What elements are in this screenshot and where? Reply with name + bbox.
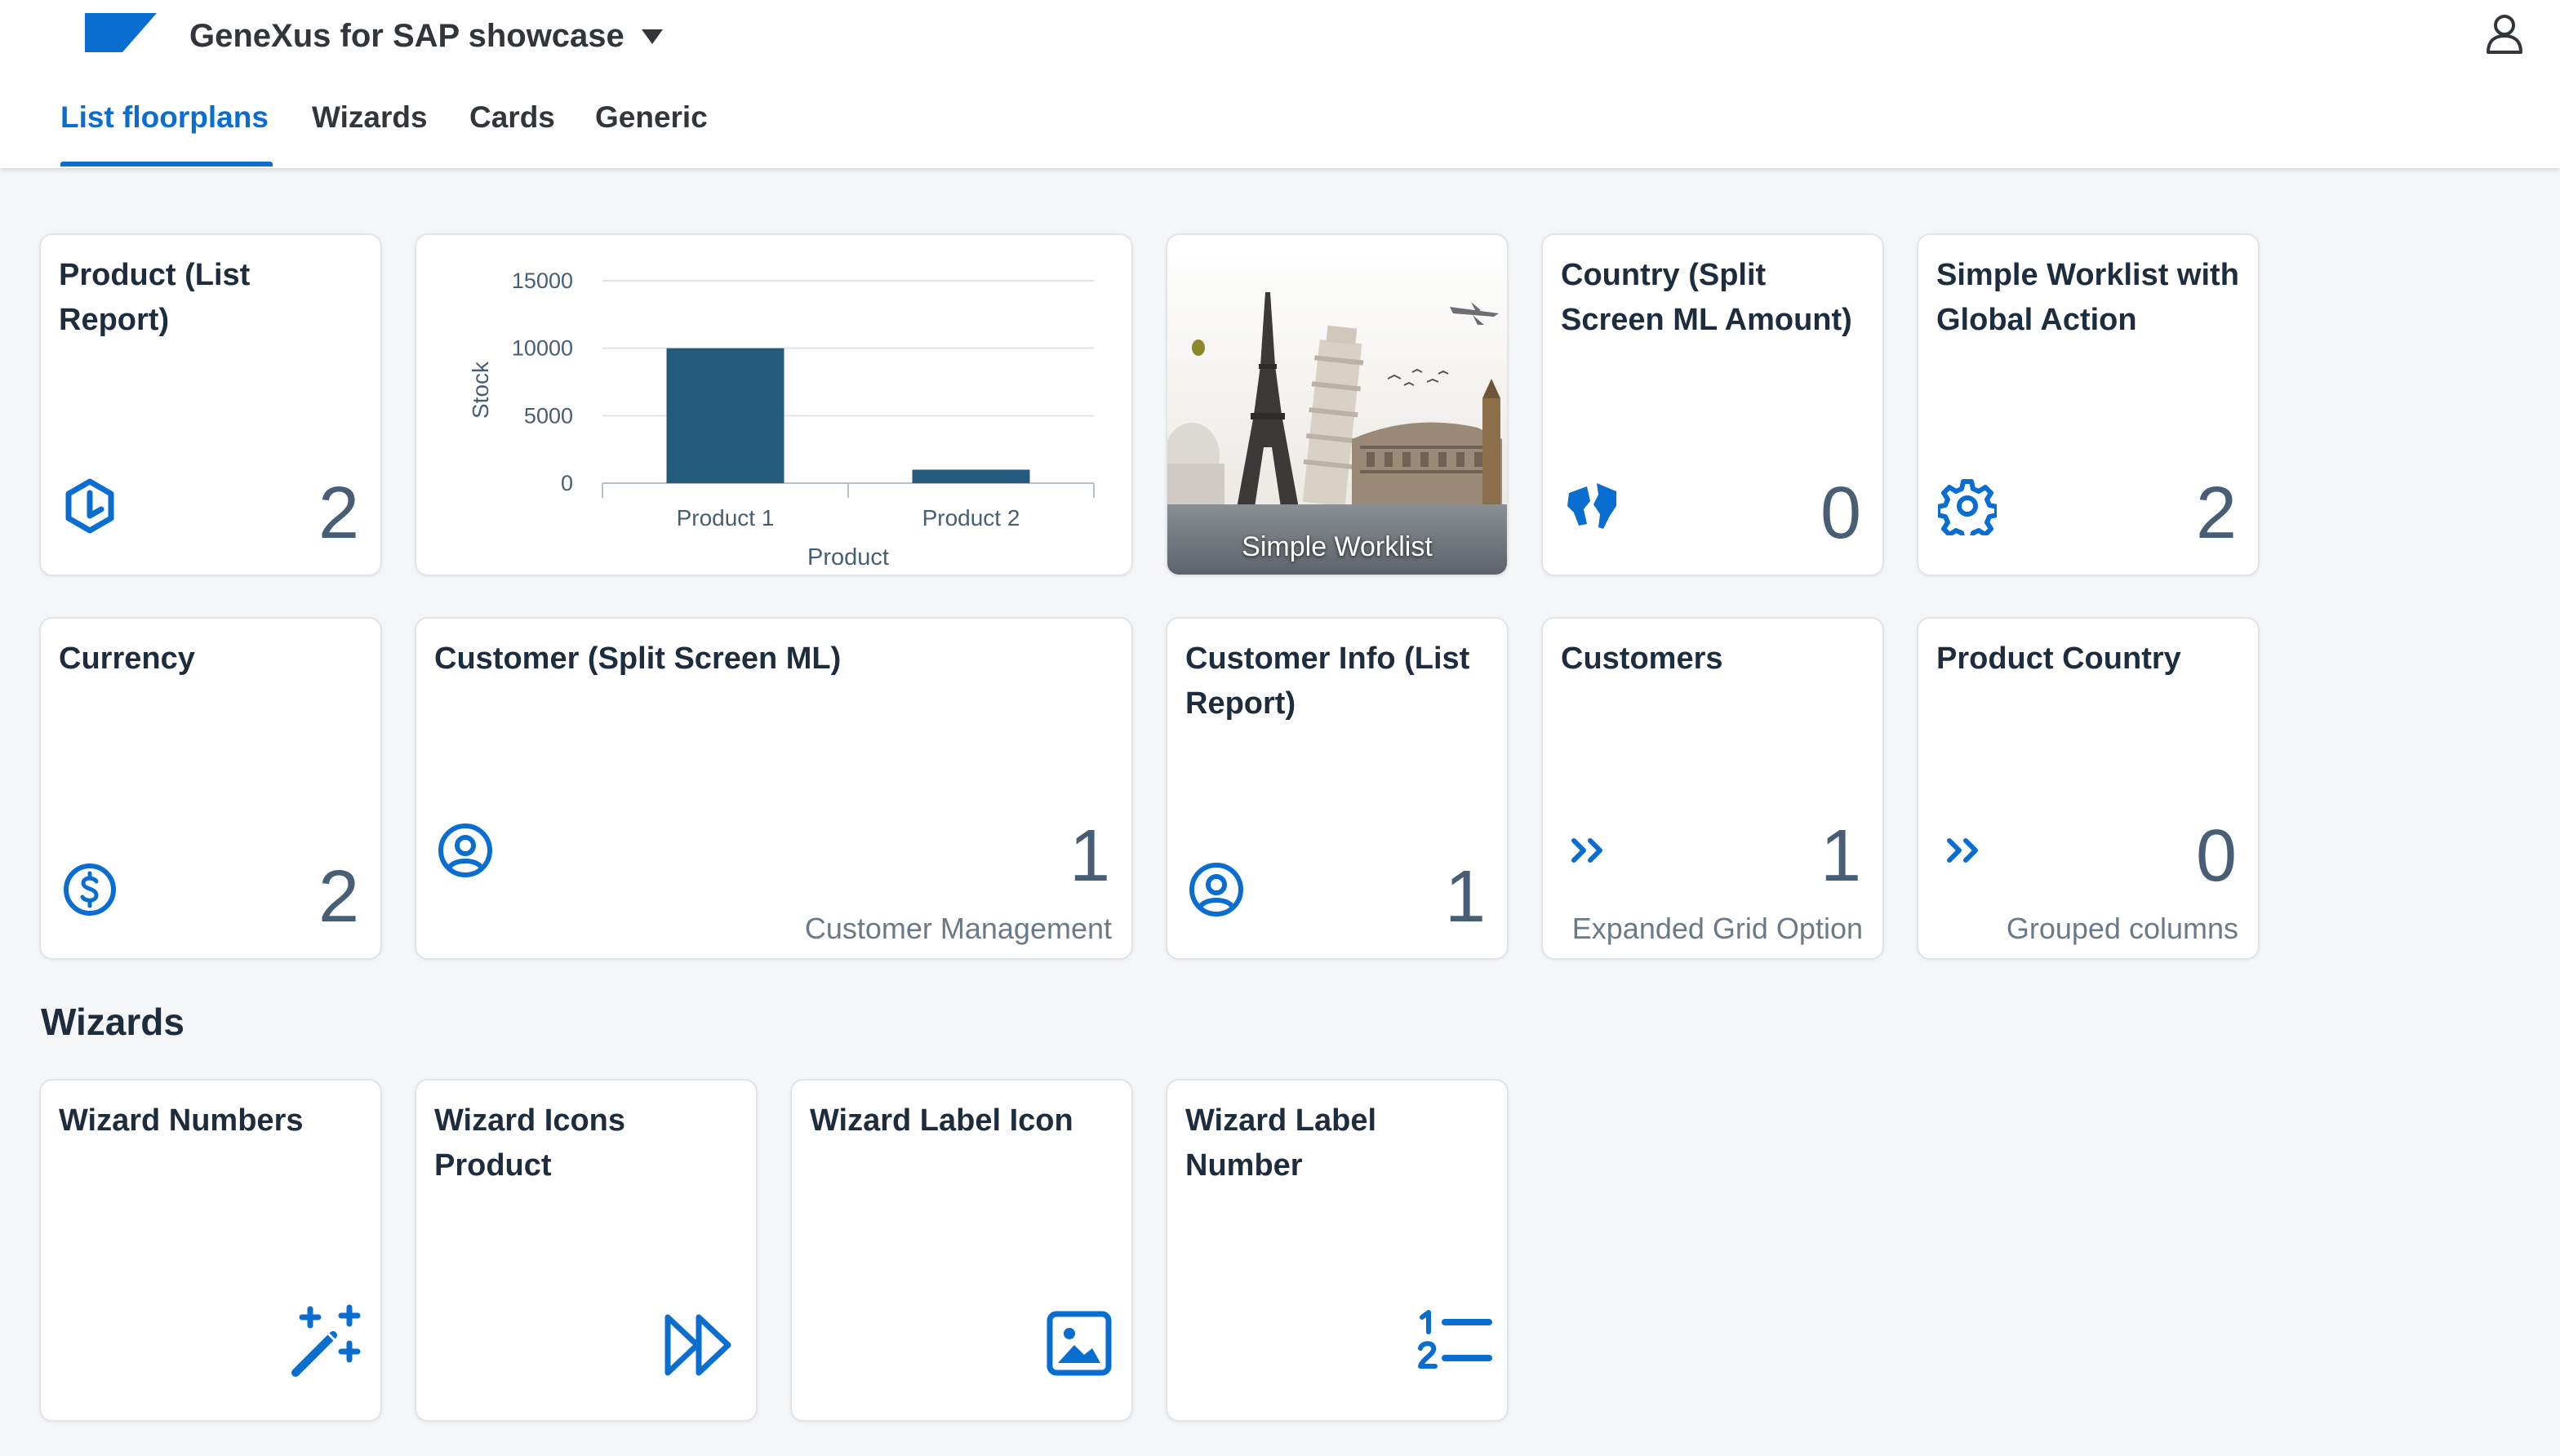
user-profile-icon[interactable] [2483, 13, 2526, 55]
chart-y-axis-label: Stock [468, 361, 493, 419]
tile-title: Country (Split Screen ML Amount) [1561, 258, 1852, 337]
tab-wizards[interactable]: Wizards [312, 95, 428, 140]
double-chevron-icon [1571, 838, 1602, 863]
user-icon [1189, 863, 1243, 917]
user-icon [438, 823, 492, 877]
dollar-icon [64, 863, 116, 916]
tile-title: Wizard Icons Product [434, 1103, 626, 1183]
tile-wizard-label-number[interactable]: Wizard Label Number [1166, 1079, 1509, 1422]
chart-x-tick-label: Product 1 [677, 505, 775, 530]
tile-title: Currency [59, 641, 195, 676]
landmarks-photo [1167, 235, 1507, 575]
tile-count: 1 [1444, 856, 1486, 938]
chart-bar [666, 348, 784, 483]
tile-simple-worklist-global[interactable]: Simple Worklist with Global Action 2 [1917, 233, 2260, 576]
chart-x-tick-label: Product 2 [922, 505, 1020, 530]
tile-wizard-numbers[interactable]: Wizard Numbers [39, 1079, 382, 1422]
tile-subtitle: Customer Management [804, 912, 1112, 945]
image-icon [1047, 1311, 1112, 1376]
caret-down-icon[interactable] [642, 29, 663, 44]
tile-wizard-icons-product[interactable]: Wizard Icons Product [415, 1079, 758, 1422]
tile-wizard-label-icon[interactable]: Wizard Label Icon [790, 1079, 1133, 1422]
tile-count: 2 [2195, 473, 2237, 554]
tile-currency[interactable]: Currency 2 [39, 617, 382, 960]
tile-country-split[interactable]: Country (Split Screen ML Amount) 0 [1541, 233, 1884, 576]
tab-list-floorplans[interactable]: List floorplans [60, 95, 269, 140]
magic-wand-icon [291, 1304, 361, 1377]
tile-count: 2 [318, 856, 359, 938]
app-title[interactable]: GeneXus for SAP showcase [189, 15, 624, 57]
tile-title: Customer (Split Screen ML) [434, 641, 842, 676]
sap-logo[interactable] [85, 13, 157, 52]
numbered-list-icon [1418, 1310, 1492, 1369]
chart-bar [912, 469, 1030, 483]
tile-customer-info[interactable]: Customer Info (List Report) 1 [1166, 617, 1509, 960]
hexagon-icon [65, 478, 114, 534]
shell-bar: GeneXus for SAP showcase List floorplans… [0, 0, 2560, 168]
chart-x-axis-label: Product [807, 544, 889, 570]
tile-product-list-report[interactable]: Product (List Report) 2 [39, 233, 382, 576]
tile-title: Simple Worklist with Global Action [1936, 258, 2239, 337]
tile-title: Customer Info (List Report) [1185, 641, 1470, 721]
chart-y-tick-label: 15000 [512, 269, 573, 293]
tile-title: Simple Worklist [1242, 531, 1433, 562]
tile-title: Wizard Numbers [59, 1103, 304, 1138]
chart-y-tick-label: 5000 [524, 403, 573, 428]
tile-title: Customers [1561, 641, 1723, 676]
chart-y-tick-label: 10000 [512, 336, 573, 361]
tile-customer-split[interactable]: Customer (Split Screen ML) 1 Customer Ma… [415, 617, 1133, 960]
tab-generic[interactable]: Generic [595, 95, 708, 140]
tab-cards[interactable]: Cards [469, 95, 555, 140]
tile-customers[interactable]: Customers 1 Expanded Grid Option [1541, 617, 1884, 960]
tile-title: Wizard Label Number [1185, 1103, 1377, 1183]
fast-forward-icon [664, 1314, 731, 1376]
tile-simple-worklist[interactable]: Simple Worklist [1166, 233, 1509, 576]
tile-count: 0 [2195, 815, 2237, 897]
tile-count: 0 [1820, 473, 1861, 554]
active-tab-indicator [60, 162, 273, 166]
tile-subtitle: Expanded Grid Option [1571, 912, 1863, 945]
tile-chart[interactable]: 0 5000 10000 15000 Product 1 Product 2 Product… [415, 233, 1133, 576]
double-chevron-icon [1947, 838, 1978, 863]
gear-icon [1938, 479, 1997, 535]
chart-y-tick-label: 0 [561, 471, 573, 495]
tile-count: 1 [1069, 815, 1110, 897]
tile-title: Product Country [1936, 641, 2181, 676]
tile-subtitle: Grouped columns [2006, 912, 2238, 945]
globe-icon [1567, 483, 1616, 529]
tile-count: 2 [318, 473, 359, 554]
tile-product-country[interactable]: Product Country 0 Grouped columns [1917, 617, 2260, 960]
stock-bar-chart: 0 5000 10000 15000 Product 1 Product 2 Product… [468, 269, 1095, 570]
tile-count: 1 [1820, 815, 1861, 897]
tile-title: Product (List Report) [59, 258, 251, 337]
section-title-wizards: Wizards [41, 1001, 184, 1043]
tile-title: Wizard Label Icon [810, 1103, 1073, 1138]
